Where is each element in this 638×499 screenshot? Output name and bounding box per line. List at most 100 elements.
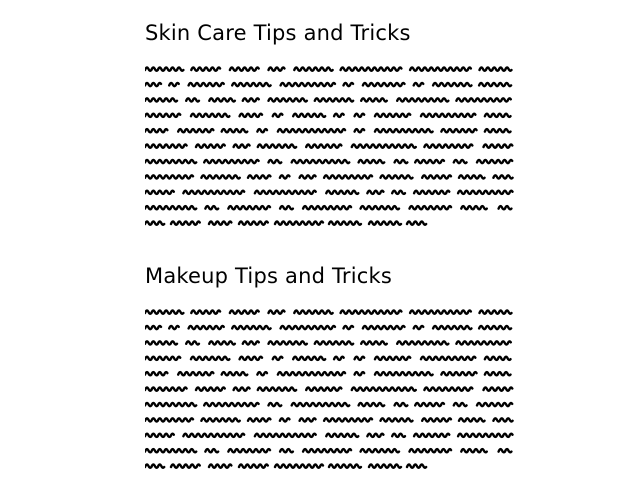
scribble-word [293, 66, 334, 72]
scribble-word [267, 97, 309, 103]
scribble-word [497, 204, 513, 211]
scribble-word [190, 66, 222, 72]
scribble-word [220, 370, 249, 377]
makeup-scribbled-text [145, 309, 514, 469]
scribble-word [232, 386, 251, 392]
scribble-word [185, 97, 201, 103]
scribble-word [457, 417, 486, 423]
scribble-word [482, 386, 514, 392]
scribble-word [367, 463, 403, 469]
scribble-word [456, 432, 514, 439]
scribble-word [478, 66, 513, 72]
scribble-word [273, 220, 325, 226]
makeup-section: Makeup Tips and Tricks [145, 262, 517, 476]
scribble-word [366, 189, 385, 196]
scribble-word [256, 386, 298, 392]
scribble-word [408, 309, 473, 315]
scribble-word [405, 220, 428, 226]
scribble-word [483, 112, 512, 119]
scribble-word [200, 174, 241, 180]
scribble-word [357, 401, 386, 408]
scribble-word [228, 309, 260, 315]
scribble-word [497, 447, 513, 454]
scribble-word [194, 386, 226, 392]
scribble-word [145, 386, 188, 392]
scribble-word [145, 81, 163, 88]
scribble-word [276, 127, 347, 134]
scribble-word [342, 81, 355, 88]
scribble-word [361, 324, 406, 331]
scribble-word [412, 324, 425, 331]
scribble-word [145, 324, 163, 331]
scribble-word [271, 112, 284, 119]
scribble-word [452, 401, 468, 408]
scribble-word [360, 340, 388, 346]
scribble-word [359, 204, 401, 211]
scribble-word [350, 386, 417, 392]
scribble-word [452, 158, 468, 165]
scribble-word [227, 204, 272, 211]
scribble-word [145, 401, 198, 408]
scribble-word [483, 127, 512, 134]
scribble-word [207, 220, 233, 226]
scribble-word [456, 189, 514, 196]
scribble-word [322, 417, 374, 423]
scribble-word [339, 66, 403, 72]
scribble-word [187, 324, 225, 331]
scribble-word [423, 386, 474, 392]
scribble-word [412, 189, 451, 196]
scribble-word [267, 401, 283, 408]
scribble-word [457, 174, 486, 180]
scribble-word [373, 127, 434, 134]
scribble-word [246, 174, 272, 180]
scribble-word [477, 81, 513, 88]
scribble-word [408, 447, 453, 454]
scribble-word [408, 66, 473, 72]
scribble-word [412, 81, 425, 88]
scribble-word [279, 81, 337, 88]
scribble-word [455, 340, 512, 346]
scribble-word [373, 355, 412, 362]
scribble-word [200, 417, 241, 423]
scribble-word [145, 355, 182, 362]
scribble-word [373, 370, 434, 377]
scribble-word [327, 463, 363, 469]
scribble-word [276, 370, 347, 377]
scribble-word [391, 432, 407, 439]
scribble-word [322, 174, 374, 180]
scribble-word [278, 174, 291, 180]
scribble-word [203, 401, 260, 408]
scribble-word [253, 189, 317, 196]
scribble-word [421, 174, 453, 180]
scribble-word [231, 324, 272, 331]
scribble-word [189, 112, 231, 119]
scribble-word [379, 417, 414, 423]
scribble-word [357, 158, 386, 165]
scribble-word [145, 204, 198, 211]
scribble-word [241, 97, 260, 103]
scribble-word [412, 432, 451, 439]
scribble-word [278, 447, 295, 454]
scribble-word [455, 97, 512, 103]
scribble-word [187, 81, 225, 88]
scribble-word [145, 97, 179, 103]
scribble-word [267, 66, 286, 72]
scribble-word [189, 355, 231, 362]
scribble-word [177, 127, 215, 134]
scribble-word [169, 220, 201, 226]
scribble-word [379, 174, 414, 180]
scribble-word [460, 447, 488, 454]
scribble-word [145, 447, 198, 454]
scribble-word [256, 127, 269, 134]
scribble-word [145, 158, 198, 165]
scribble-word [267, 340, 309, 346]
scribble-word [475, 401, 514, 408]
scribble-word [279, 324, 337, 331]
scribble-word [292, 355, 327, 362]
scribble-word [145, 417, 195, 423]
scribble-word [204, 204, 220, 211]
scribble-word [396, 340, 450, 346]
skin-care-section: Skin Care Tips and Tricks [145, 19, 517, 233]
scribble-word [298, 174, 317, 180]
scribble-word [305, 386, 343, 392]
